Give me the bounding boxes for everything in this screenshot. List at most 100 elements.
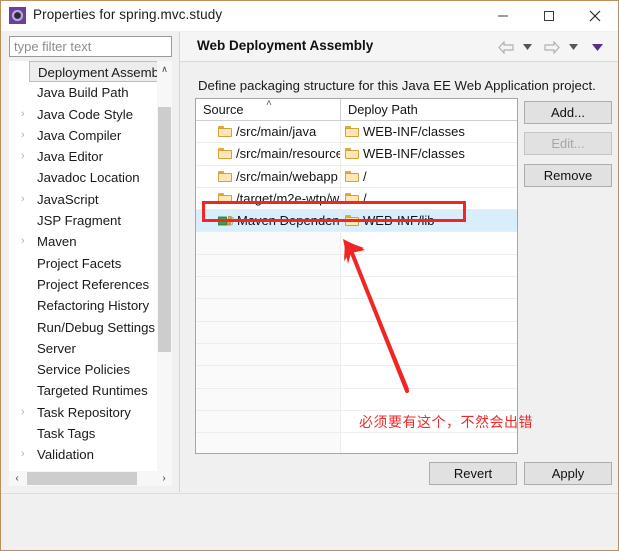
- sidebar-item-task-tags[interactable]: Task Tags: [9, 423, 157, 444]
- cell-deploy-path: [341, 232, 517, 254]
- table-row-empty: [196, 388, 517, 411]
- chevron-right-icon[interactable]: ›: [21, 189, 25, 210]
- folder-icon: [218, 126, 232, 137]
- edit-button: Edit...: [524, 132, 612, 155]
- deploy-path-label: /: [363, 190, 367, 206]
- table-row[interactable]: /target/m2e-wtp/web-resources /: [196, 187, 517, 211]
- maven-dependencies-icon: [218, 212, 234, 226]
- close-button[interactable]: [572, 1, 618, 31]
- properties-dialog: Properties for spring.mvc.study Deployme…: [0, 0, 619, 551]
- sidebar-item-maven[interactable]: › Maven: [9, 231, 157, 252]
- cell-source: /src/main/resources: [196, 143, 341, 165]
- tree-scroll-thumb[interactable]: [158, 107, 171, 352]
- sidebar-item-label: Java Compiler: [37, 127, 122, 143]
- sidebar-item-java-compiler[interactable]: › Java Compiler: [9, 125, 157, 146]
- folder-icon: [345, 192, 359, 204]
- sidebar-item-jsp-fragment[interactable]: JSP Fragment: [9, 210, 157, 231]
- minimize-button[interactable]: [480, 1, 526, 31]
- add-button[interactable]: Add...: [524, 101, 612, 124]
- cell-source: [196, 232, 341, 254]
- sidebar-item-label: Task Repository: [37, 404, 131, 420]
- table-row[interactable]: Maven Dependencies WEB-INF/lib: [196, 210, 517, 233]
- sidebar-item-label: Run/Debug Settings: [37, 319, 156, 335]
- filter-input[interactable]: [9, 36, 172, 57]
- view-menu-dropdown-icon[interactable]: [586, 32, 608, 62]
- scroll-right-icon[interactable]: ›: [156, 471, 172, 486]
- sidebar-item-label: JavaScript: [37, 191, 99, 207]
- sidebar-item-javadoc-location[interactable]: Javadoc Location: [9, 167, 157, 188]
- sidebar-item-label: Javadoc Location: [37, 170, 140, 186]
- cell-source: /src/main/webapp: [196, 165, 341, 187]
- cell-source: /target/m2e-wtp/web-resources: [196, 187, 341, 210]
- forward-arrow-icon[interactable]: [540, 32, 564, 62]
- sidebar-item-project-references[interactable]: Project References: [9, 274, 157, 295]
- source-label: /src/main/webapp: [236, 168, 338, 184]
- table-row-empty: [196, 433, 517, 453]
- sidebar-item-project-facets[interactable]: Project Facets: [9, 253, 157, 274]
- scroll-up-icon[interactable]: ∧: [157, 61, 172, 77]
- source-label: /src/main/resources: [236, 146, 341, 162]
- sidebar-item-java-build-path[interactable]: Java Build Path: [9, 82, 157, 103]
- table-row[interactable]: /src/main/java WEB-INF/classes: [196, 121, 517, 144]
- cell-source: [196, 366, 341, 388]
- tree-vertical-scrollbar[interactable]: ∧ ∨: [157, 61, 172, 486]
- sidebar-item-task-repository[interactable]: › Task Repository: [9, 402, 157, 423]
- deploy-path-label: WEB-INF/classes: [363, 146, 465, 162]
- sidebar-item-service-policies[interactable]: Service Policies: [9, 359, 157, 380]
- chevron-right-icon[interactable]: ›: [21, 402, 25, 423]
- sidebar-item-java-editor[interactable]: › Java Editor: [9, 146, 157, 167]
- sidebar-item-refactoring-history[interactable]: Refactoring History: [9, 295, 157, 316]
- table-row[interactable]: /src/main/resources WEB-INF/classes: [196, 143, 517, 166]
- revert-button[interactable]: Revert: [429, 462, 517, 485]
- tree-hscroll-thumb[interactable]: [27, 472, 137, 485]
- remove-button[interactable]: Remove: [524, 164, 612, 187]
- sidebar-item-label: Project References: [37, 276, 150, 292]
- sidebar-item-label: Refactoring History: [37, 298, 150, 314]
- table-header-row: Source ˄ Deploy Path: [196, 99, 517, 121]
- sidebar-item-javascript[interactable]: › JavaScript: [9, 189, 157, 210]
- chevron-right-icon[interactable]: ›: [21, 444, 25, 465]
- table-row-empty: [196, 321, 517, 344]
- folder-icon: [345, 215, 359, 227]
- sort-ascending-icon: ˄: [266, 98, 272, 109]
- maximize-button[interactable]: [526, 1, 572, 31]
- cell-source: [196, 299, 341, 321]
- cell-deploy-path: [341, 366, 517, 388]
- scroll-left-icon[interactable]: ‹: [9, 471, 25, 486]
- forward-dropdown-icon[interactable]: [564, 32, 582, 62]
- table-row[interactable]: /src/main/webapp /: [196, 165, 517, 188]
- folder-icon: [218, 148, 232, 160]
- folder-icon: [218, 170, 232, 182]
- cell-deploy-path: [341, 277, 517, 299]
- column-header-deploy-path[interactable]: Deploy Path: [341, 99, 517, 120]
- back-dropdown-icon[interactable]: [518, 32, 536, 62]
- sidebar-item-label: Java Build Path: [37, 85, 129, 101]
- deployment-assembly-table[interactable]: Source ˄ Deploy Path /src/main/java WEB-I…: [195, 98, 518, 454]
- sidebar-item-label: Task Tags: [37, 426, 96, 442]
- cell-source: [196, 343, 341, 366]
- folder-icon: [218, 192, 232, 204]
- deploy-path-label: WEB-INF/classes: [363, 124, 465, 139]
- sidebar-item-java-code-style[interactable]: › Java Code Style: [9, 104, 157, 125]
- chevron-right-icon[interactable]: ›: [21, 231, 25, 252]
- sidebar-item-server[interactable]: Server: [9, 338, 157, 359]
- chevron-right-icon[interactable]: ›: [21, 146, 25, 167]
- sidebar-item-label: Service Policies: [37, 362, 131, 378]
- sidebar-item-deployment-assembly[interactable]: Deployment Assembly: [29, 61, 159, 83]
- table-row-empty: [196, 277, 517, 300]
- annotation-note-text: 必须要有这个，不然会出错: [359, 415, 533, 431]
- cell-source: [196, 321, 341, 343]
- folder-icon: [345, 126, 359, 137]
- dialog-footer: ? OK Cancel: [1, 494, 618, 550]
- sidebar-item-targeted-runtimes[interactable]: Targeted Runtimes: [9, 380, 157, 401]
- sidebar-item-label: JSP Fragment: [37, 213, 122, 229]
- sidebar-item-validation[interactable]: › Validation: [9, 444, 157, 465]
- chevron-right-icon[interactable]: ›: [21, 104, 25, 125]
- cell-source: [196, 388, 341, 410]
- settings-tree[interactable]: Deployment Assembly Java Build Path › Java …: [9, 61, 172, 486]
- apply-button[interactable]: Apply: [524, 462, 612, 485]
- back-arrow-icon[interactable]: [494, 32, 518, 62]
- sidebar-item-run-debug-settings[interactable]: Run/Debug Settings: [9, 317, 157, 338]
- tree-horizontal-scrollbar[interactable]: ‹ ›: [9, 471, 172, 486]
- chevron-right-icon[interactable]: ›: [21, 125, 25, 146]
